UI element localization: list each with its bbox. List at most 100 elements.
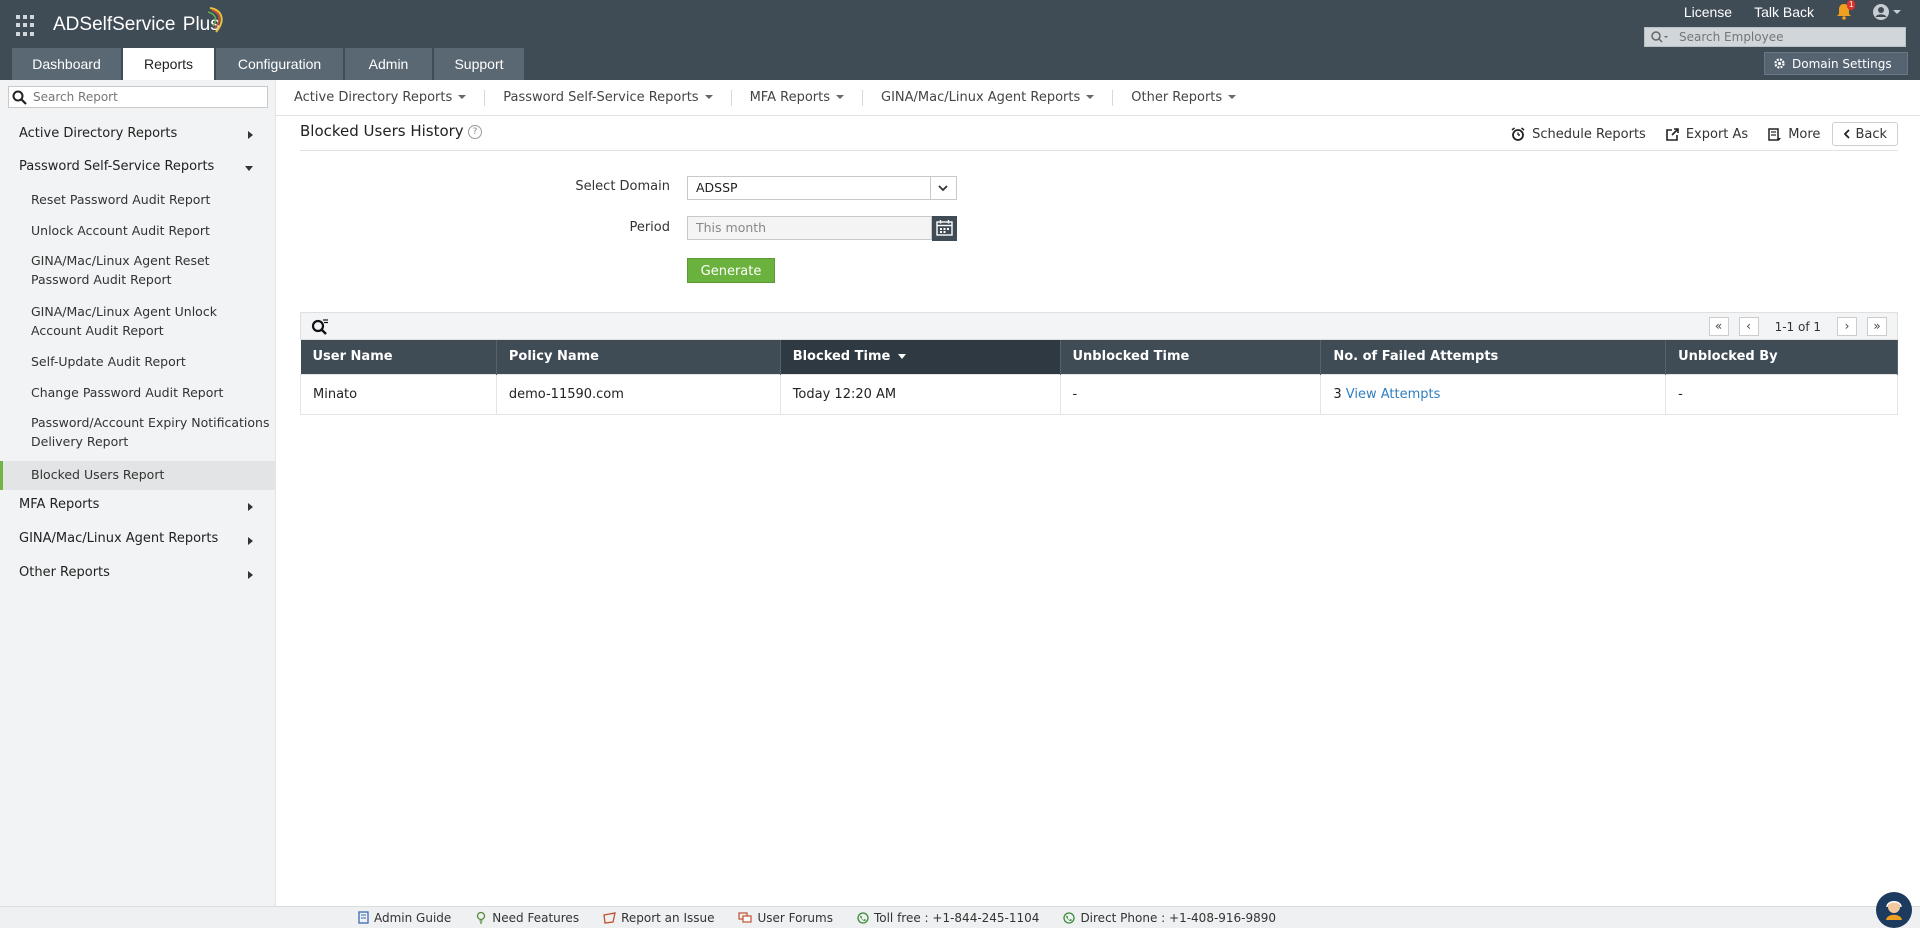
tab-dashboard[interactable]: Dashboard <box>12 48 121 80</box>
caret-down-icon <box>836 95 844 99</box>
schedule-reports-button[interactable]: Schedule Reports <box>1511 127 1646 142</box>
chevron-right-icon <box>248 571 253 579</box>
period-label: Period <box>629 220 670 235</box>
period-input[interactable]: This month <box>687 216 932 240</box>
title-divider <box>300 150 1898 151</box>
report-search[interactable] <box>8 86 268 108</box>
sidebar-category-active-directory[interactable]: Active Directory Reports <box>19 126 177 141</box>
report-actions: Schedule Reports Export As More Back <box>1491 122 1898 146</box>
cell-user-name: Minato <box>300 373 497 415</box>
employee-search[interactable] <box>1644 27 1906 47</box>
sidebar-item-unlock-account-audit[interactable]: Unlock Account Audit Report <box>31 221 271 240</box>
cell-unblocked-by: - <box>1665 373 1898 415</box>
grid-search-icon[interactable] <box>311 319 329 335</box>
cell-policy-name: demo-11590.com <box>495 373 781 415</box>
column-header-failed-attempts[interactable]: No. of Failed Attempts <box>1320 340 1667 374</box>
grid-toolbar: « ‹ 1-1 of 1 › » <box>300 312 1898 340</box>
tab-admin[interactable]: Admin <box>345 48 432 80</box>
domain-select[interactable]: ADSSP <box>687 176 957 200</box>
tab-support[interactable]: Support <box>434 48 524 80</box>
back-button[interactable]: Back <box>1832 122 1898 146</box>
caret-down-icon <box>704 95 713 99</box>
sidebar-item-reset-password-audit[interactable]: Reset Password Audit Report <box>31 190 271 209</box>
export-as-label: Export As <box>1685 126 1749 142</box>
sidebar-item-expiry-notifications-delivery[interactable]: Password/Account Expiry Notifications De… <box>31 413 271 451</box>
cell-blocked-time: Today 12:20 AM <box>779 373 1061 415</box>
last-page-button[interactable]: » <box>1867 317 1887 336</box>
talk-back-link[interactable]: Talk Back <box>1754 4 1814 20</box>
chat-support-button[interactable] <box>1876 892 1912 928</box>
chevron-left-icon <box>1844 129 1851 139</box>
table-header-row: User Name Policy Name Blocked Time Unblo… <box>300 340 1898 374</box>
subnav-password-self-service-reports[interactable]: Password Self-Service Reports <box>485 89 732 106</box>
sidebar-item-gina-reset-password-audit[interactable]: GINA/Mac/Linux Agent Reset Password Audi… <box>31 251 231 289</box>
sidebar-category-password-self-service[interactable]: Password Self-Service Reports <box>19 159 214 174</box>
sidebar-item-gina-unlock-account-audit[interactable]: GINA/Mac/Linux Agent Unlock Account Audi… <box>31 302 231 340</box>
more-list-icon <box>1768 127 1782 141</box>
sidebar-item-change-password-audit[interactable]: Change Password Audit Report <box>31 383 271 402</box>
chevron-right-icon <box>248 537 253 545</box>
first-page-button[interactable]: « <box>1708 317 1729 336</box>
pager: « ‹ 1-1 of 1 › » <box>1708 317 1887 336</box>
search-icon <box>12 90 27 105</box>
chevron-right-icon <box>248 131 253 139</box>
column-header-user-name[interactable]: User Name <box>300 340 497 374</box>
subnav-label: Password Self-Service Reports <box>503 89 699 105</box>
subnav-gina-agent-reports[interactable]: GINA/Mac/Linux Agent Reports <box>863 89 1114 106</box>
tab-configuration[interactable]: Configuration <box>216 48 343 80</box>
employee-search-input[interactable] <box>1679 29 1899 45</box>
footer-admin-guide[interactable]: Admin Guide <box>358 911 451 925</box>
footer-direct-phone: Direct Phone : +1-408-916-9890 <box>1063 911 1276 925</box>
generate-button[interactable]: Generate <box>687 258 775 283</box>
schedule-reports-label: Schedule Reports <box>1532 126 1646 142</box>
footer-label: Admin Guide <box>374 910 452 925</box>
report-search-input[interactable] <box>33 89 263 105</box>
column-header-unblocked-by[interactable]: Unblocked By <box>1665 340 1898 374</box>
footer-report-issue[interactable]: Report an Issue <box>603 911 714 925</box>
domain-select-value: ADSSP <box>696 180 738 195</box>
user-avatar-menu[interactable] <box>1872 3 1902 21</box>
subnav-mfa-reports[interactable]: MFA Reports <box>732 89 863 106</box>
notification-count-badge: 1 <box>1847 0 1856 10</box>
sidebar-category-mfa[interactable]: MFA Reports <box>19 497 99 512</box>
cell-failed-attempts: 3 View Attempts <box>1320 373 1667 415</box>
app-grid-icon[interactable] <box>16 15 38 37</box>
domain-select-toggle[interactable] <box>930 177 956 199</box>
tab-reports[interactable]: Reports <box>123 48 214 80</box>
domain-settings-label: Domain Settings <box>1792 56 1892 71</box>
sidebar-category-other[interactable]: Other Reports <box>19 565 110 580</box>
calendar-icon <box>936 220 953 236</box>
calendar-button[interactable] <box>932 216 957 241</box>
export-icon <box>1666 127 1679 141</box>
domain-settings-button[interactable]: Domain Settings <box>1764 52 1908 75</box>
prev-page-button[interactable]: ‹ <box>1738 317 1759 336</box>
failed-attempts-count: 3 <box>1333 386 1342 402</box>
sidebar-item-blocked-users-report[interactable]: Blocked Users Report <box>31 465 271 484</box>
column-header-policy-name[interactable]: Policy Name <box>496 340 781 374</box>
main-tabs: Dashboard Reports Configuration Admin Su… <box>12 48 524 80</box>
brand-logo[interactable]: ADSelfService Plus <box>53 14 220 36</box>
forum-icon <box>738 911 753 923</box>
subnav-other-reports[interactable]: Other Reports <box>1113 90 1254 106</box>
footer: Admin Guide Need Features Report an Issu… <box>0 906 1920 928</box>
subnav-active-directory-reports[interactable]: Active Directory Reports <box>276 89 486 106</box>
export-as-button[interactable]: Export As <box>1666 127 1748 142</box>
avatar-icon <box>1873 4 1901 20</box>
footer-user-forums[interactable]: User Forums <box>738 911 833 925</box>
sort-descending-icon <box>898 354 907 360</box>
gear-icon <box>1774 58 1785 69</box>
phone-icon <box>857 911 869 924</box>
column-header-blocked-time[interactable]: Blocked Time <box>780 340 1061 374</box>
notification-bell[interactable]: 1 <box>1836 0 1856 21</box>
footer-need-features[interactable]: Need Features <box>475 911 579 925</box>
sidebar-item-self-update-audit[interactable]: Self-Update Audit Report <box>31 352 271 371</box>
sidebar-category-gina-agent[interactable]: GINA/Mac/Linux Agent Reports <box>19 531 218 546</box>
help-icon[interactable]: ? <box>468 125 482 139</box>
view-attempts-link[interactable]: View Attempts <box>1346 387 1441 402</box>
more-button[interactable]: More <box>1768 127 1820 142</box>
footer-label: Toll free : +1-844-245-1104 <box>873 910 1040 925</box>
report-issue-icon <box>603 911 616 924</box>
next-page-button[interactable]: › <box>1837 317 1857 336</box>
license-link[interactable]: License <box>1684 4 1732 20</box>
column-header-unblocked-time[interactable]: Unblocked Time <box>1060 340 1322 374</box>
